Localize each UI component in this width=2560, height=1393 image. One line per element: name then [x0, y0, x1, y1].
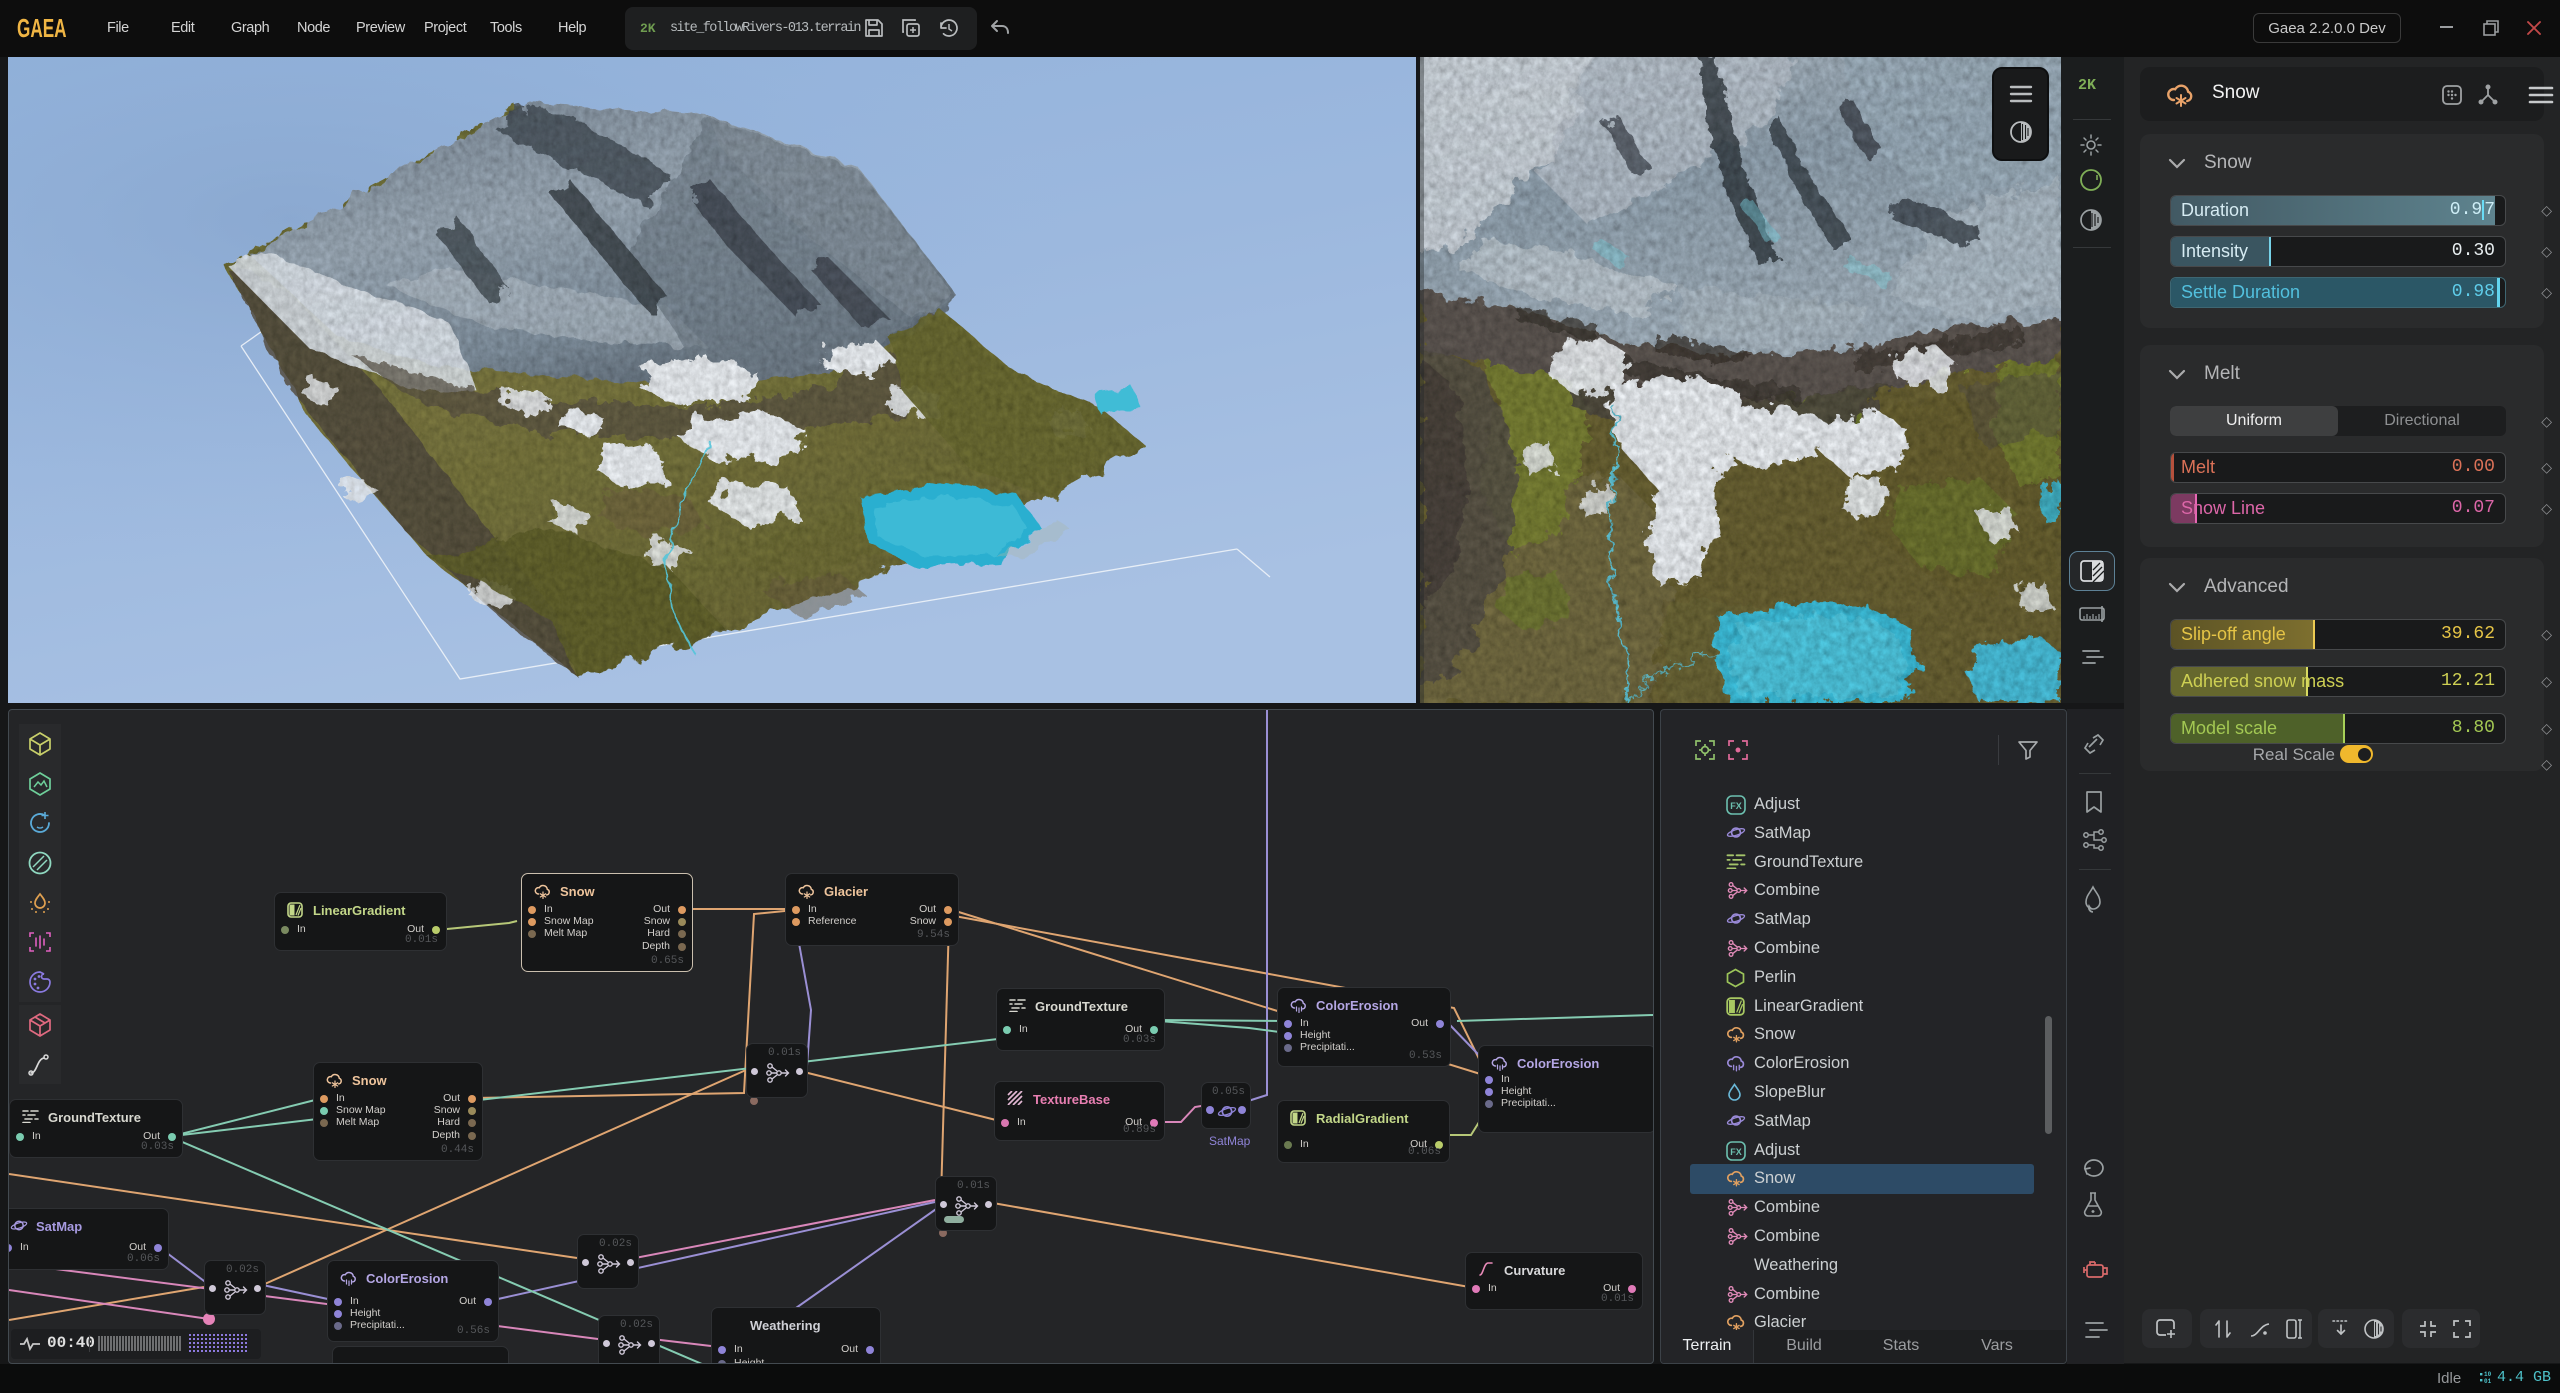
- svg-text:01: 01: [2484, 1378, 2492, 1385]
- svg-text:FX: FX: [1730, 1147, 1742, 1157]
- svg-text:10: 10: [2484, 1371, 2492, 1378]
- svg-text:FX: FX: [1730, 801, 1742, 811]
